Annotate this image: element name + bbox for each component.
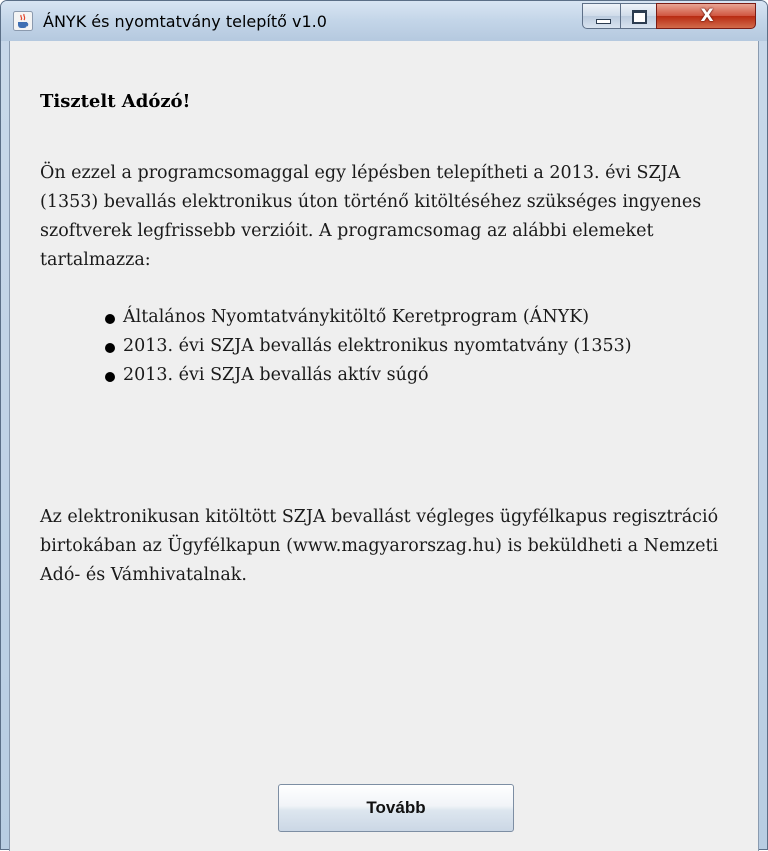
- package-contents-list: Általános Nyomtatványkitöltő Keretprogra…: [105, 303, 632, 390]
- bullet-icon: [105, 343, 115, 353]
- bullet-icon: [105, 372, 115, 382]
- maximize-icon: [632, 10, 647, 24]
- window-title: ÁNYK és nyomtatvány telepítő v1.0: [43, 12, 327, 31]
- java-cup-icon: [13, 11, 33, 31]
- list-item: Általános Nyomtatványkitöltő Keretprogra…: [105, 303, 632, 332]
- list-item-label: 2013. évi SZJA bevallás elektronikus nyo…: [123, 336, 632, 356]
- close-button[interactable]: X: [656, 3, 756, 29]
- title-bar[interactable]: ÁNYK és nyomtatvány telepítő v1.0 X: [1, 1, 767, 41]
- client-area: Tisztelt Adózó! Ön ezzel a programcsomag…: [9, 41, 759, 851]
- list-item-label: Általános Nyomtatványkitöltő Keretprogra…: [123, 307, 590, 327]
- bullet-icon: [105, 314, 115, 324]
- list-item: 2013. évi SZJA bevallás elektronikus nyo…: [105, 332, 632, 361]
- list-item-label: 2013. évi SZJA bevallás aktív súgó: [123, 365, 429, 385]
- note-paragraph: Az elektronikusan kitöltött SZJA bevallá…: [40, 507, 719, 585]
- next-button[interactable]: Tovább: [278, 784, 514, 832]
- intro-paragraph: Ön ezzel a programcsomaggal egy lépésben…: [40, 163, 702, 270]
- maximize-button[interactable]: [620, 3, 657, 29]
- close-icon: X: [700, 6, 714, 26]
- list-item: 2013. évi SZJA bevallás aktív súgó: [105, 361, 632, 390]
- minimize-button[interactable]: [582, 3, 621, 29]
- greeting-heading: Tisztelt Adózó!: [40, 91, 191, 112]
- installer-window: ÁNYK és nyomtatvány telepítő v1.0 X Tisz…: [0, 0, 768, 851]
- minimize-icon: [596, 19, 611, 24]
